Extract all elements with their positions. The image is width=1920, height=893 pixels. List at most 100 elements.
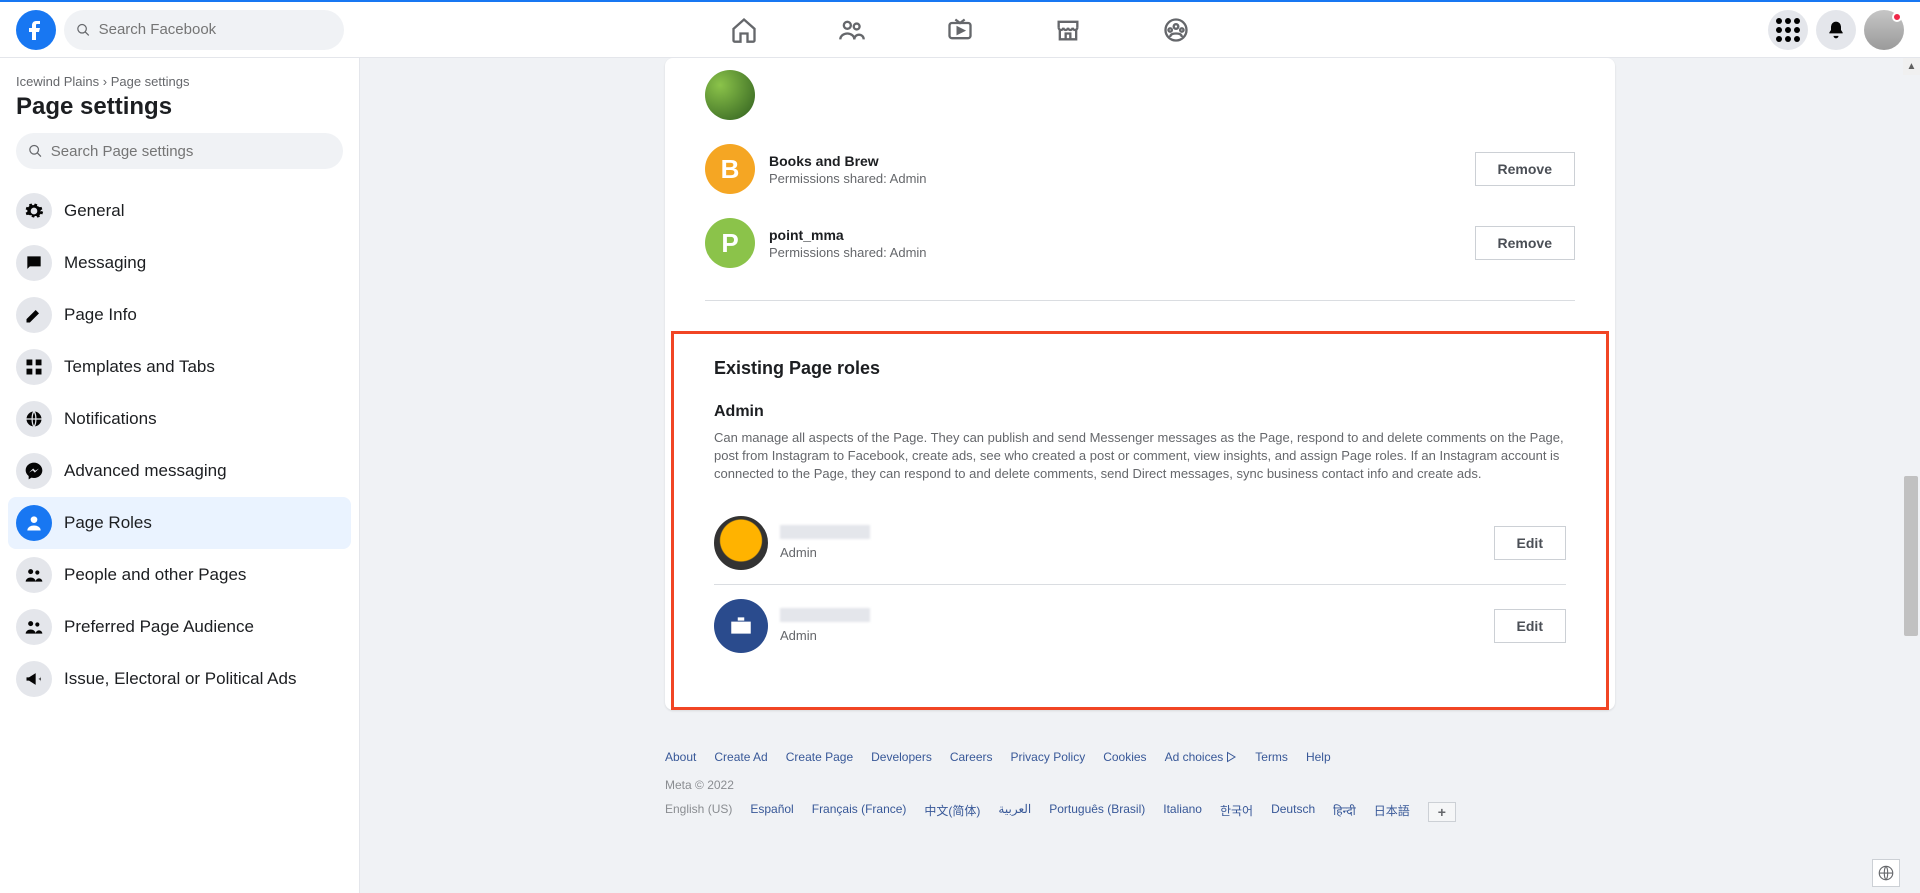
partner-pages-list: B Books and Brew Permissions shared: Adm… [665, 58, 1615, 331]
global-search-input[interactable] [99, 21, 332, 38]
language-link[interactable]: 日本語 [1374, 802, 1410, 822]
sidebar-item-label: Notifications [64, 409, 157, 429]
sidebar-item-messaging[interactable]: Messaging [8, 237, 351, 289]
language-link[interactable]: हिन्दी [1333, 802, 1356, 822]
global-header [0, 2, 1920, 58]
scrollbar-thumb[interactable] [1904, 476, 1918, 636]
global-search[interactable] [64, 10, 344, 50]
sidebar-item-preferred-audience[interactable]: Preferred Page Audience [8, 601, 351, 653]
footer-languages: English (US) Español Français (France) 中… [665, 802, 1615, 822]
friends-icon[interactable] [838, 16, 866, 44]
marketplace-icon[interactable] [1054, 16, 1082, 44]
search-icon [76, 22, 91, 38]
language-link[interactable]: Français (France) [812, 802, 907, 822]
sidebar-item-people-pages[interactable]: People and other Pages [8, 549, 351, 601]
megaphone-icon [16, 661, 52, 697]
footer-link[interactable]: Help [1306, 750, 1331, 764]
footer-link[interactable]: Careers [950, 750, 993, 764]
language-link[interactable]: Italiano [1163, 802, 1202, 822]
language-globe-button[interactable] [1872, 859, 1900, 887]
notifications-button[interactable] [1816, 10, 1856, 50]
role-description: Can manage all aspects of the Page. They… [714, 429, 1566, 484]
account-avatar[interactable] [1864, 10, 1904, 50]
globe-icon [1877, 864, 1895, 882]
footer-link-adchoices[interactable]: Ad choices [1165, 750, 1238, 764]
partner-row: P point_mma Permissions shared: Admin Re… [705, 206, 1575, 280]
partner-avatar: P [705, 218, 755, 268]
footer-link[interactable]: Terms [1255, 750, 1288, 764]
facebook-logo[interactable] [16, 10, 56, 50]
footer-link[interactable]: Privacy Policy [1011, 750, 1086, 764]
grid-icon [1776, 18, 1800, 42]
sidebar-item-notifications[interactable]: Notifications [8, 393, 351, 445]
partner-name: point_mma [769, 227, 927, 243]
footer-link[interactable]: Cookies [1103, 750, 1146, 764]
remove-button[interactable]: Remove [1475, 226, 1575, 260]
sidebar-item-templates[interactable]: Templates and Tabs [8, 341, 351, 393]
adchoices-icon [1225, 751, 1237, 763]
user-name-redacted [780, 525, 870, 539]
existing-page-roles-section: Existing Page roles Admin Can manage all… [671, 331, 1609, 710]
partner-row: B Books and Brew Permissions shared: Adm… [705, 132, 1575, 206]
add-language-button[interactable]: + [1428, 802, 1456, 822]
sidebar-item-page-info[interactable]: Page Info [8, 289, 351, 341]
footer-link[interactable]: Create Page [786, 750, 853, 764]
globe-icon [16, 401, 52, 437]
people-icon [16, 609, 52, 645]
section-title: Existing Page roles [714, 358, 1566, 379]
sidebar-item-political-ads[interactable]: Issue, Electoral or Political Ads [8, 653, 351, 705]
partner-avatar [705, 70, 755, 120]
language-link[interactable]: Português (Brasil) [1049, 802, 1145, 822]
breadcrumb-page-link[interactable]: Icewind Plains [16, 74, 99, 89]
footer-copyright: Meta © 2022 [665, 778, 1615, 792]
groups-icon[interactable] [1162, 16, 1190, 44]
divider [705, 300, 1575, 301]
sidebar-item-label: Templates and Tabs [64, 357, 215, 377]
language-link[interactable]: Español [750, 802, 793, 822]
settings-sidebar: Icewind Plains › Page settings Page sett… [0, 58, 360, 893]
breadcrumb: Icewind Plains › Page settings [8, 74, 351, 89]
role-entry: Admin Edit [714, 502, 1566, 585]
role-entry: Admin Edit [714, 585, 1566, 667]
sidebar-item-general[interactable]: General [8, 185, 351, 237]
right-nav [1768, 10, 1904, 50]
footer-link[interactable]: Create Ad [714, 750, 767, 764]
role-heading: Admin [714, 403, 1566, 421]
language-link[interactable]: 한국어 [1220, 802, 1253, 822]
sidebar-item-label: Page Roles [64, 513, 152, 533]
user-role: Admin [780, 545, 870, 560]
language-link[interactable]: العربية [998, 802, 1031, 822]
bell-icon [1826, 20, 1846, 40]
sidebar-item-page-roles[interactable]: Page Roles [8, 497, 351, 549]
sidebar-item-advanced-messaging[interactable]: Advanced messaging [8, 445, 351, 497]
notification-dot [1892, 12, 1902, 22]
scroll-up-arrow[interactable]: ▲ [1903, 58, 1920, 75]
footer-links: About Create Ad Create Page Developers C… [665, 750, 1615, 764]
language-link[interactable]: 中文(简体) [924, 802, 980, 822]
pencil-icon [16, 297, 52, 333]
footer-link[interactable]: About [665, 750, 696, 764]
main-content: ▲ B Books and Brew Permissions shared: A… [360, 58, 1920, 893]
current-language: English (US) [665, 802, 732, 822]
partner-row [705, 58, 1575, 132]
user-role: Admin [780, 628, 870, 643]
remove-button[interactable]: Remove [1475, 152, 1575, 186]
page-footer: About Create Ad Create Page Developers C… [665, 750, 1615, 822]
language-link[interactable]: Deutsch [1271, 802, 1315, 822]
sidebar-item-label: Page Info [64, 305, 137, 325]
edit-button[interactable]: Edit [1494, 609, 1566, 643]
watch-icon[interactable] [946, 16, 974, 44]
settings-search[interactable] [16, 133, 343, 169]
edit-button[interactable]: Edit [1494, 526, 1566, 560]
menu-grid-button[interactable] [1768, 10, 1808, 50]
settings-search-input[interactable] [51, 143, 331, 160]
footer-link[interactable]: Developers [871, 750, 932, 764]
people-icon [16, 557, 52, 593]
center-nav [730, 16, 1190, 44]
partner-avatar: B [705, 144, 755, 194]
partner-permission: Permissions shared: Admin [769, 171, 927, 186]
user-avatar [714, 599, 768, 653]
messenger-icon [16, 453, 52, 489]
home-icon[interactable] [730, 16, 758, 44]
page-title: Page settings [8, 89, 351, 133]
